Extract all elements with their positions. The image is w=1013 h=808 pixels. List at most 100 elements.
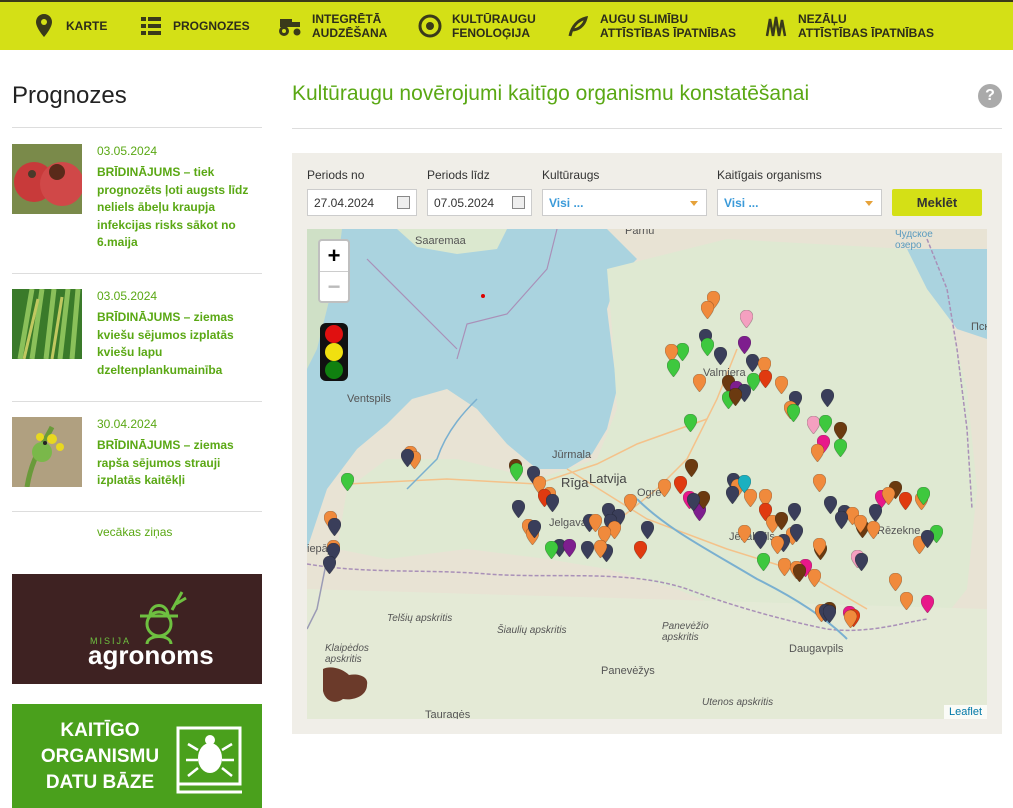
map-marker-icon[interactable]: [545, 541, 558, 559]
zoom-out-button[interactable]: −: [320, 271, 348, 301]
map-marker-icon[interactable]: [512, 500, 525, 518]
map-marker-icon[interactable]: [594, 540, 607, 558]
map-marker-icon[interactable]: [855, 553, 868, 571]
map-marker-icon[interactable]: [835, 511, 848, 529]
observation-map[interactable]: Saaremaa Pärnu Чудское озеро Пск Ventspi…: [307, 229, 987, 719]
top-navigation: KARTE PROGNOZES INTEGRĒTĀ AUDZĒŠANA KULT…: [0, 0, 1013, 50]
map-marker-icon[interactable]: [788, 503, 801, 521]
news-thumbnail-wheat[interactable]: [12, 289, 82, 359]
nav-nezalu[interactable]: NEZĀĻU ATTĪSTĪBAS ĪPATNĪBAS: [762, 2, 934, 50]
help-icon[interactable]: ?: [978, 84, 1002, 108]
map-marker-icon[interactable]: [787, 404, 800, 422]
news-thumbnail-rapeseed[interactable]: [12, 417, 82, 487]
map-label: Utenos apskritis: [702, 697, 774, 708]
map-marker-icon[interactable]: [899, 492, 912, 510]
map-marker-icon[interactable]: [684, 414, 697, 432]
map-label: Šiaulių apskritis: [497, 625, 567, 636]
organism-select[interactable]: Visi ...: [717, 189, 882, 216]
crop-select[interactable]: Visi ...: [542, 189, 707, 216]
map-marker-icon[interactable]: [813, 474, 826, 492]
nav-karte[interactable]: KARTE: [30, 2, 107, 50]
map-marker-icon[interactable]: [714, 347, 727, 365]
map-marker-icon[interactable]: [808, 569, 821, 587]
grass-icon: [762, 12, 790, 40]
misija-agronoms-banner[interactable]: MISIJA agronoms: [12, 574, 262, 684]
map-marker-icon[interactable]: [834, 439, 847, 457]
map-marker-icon[interactable]: [701, 338, 714, 356]
map-marker-icon[interactable]: [563, 539, 576, 557]
kaitigo-organismu-datu-baze-banner[interactable]: KAITĪGO ORGANISMU DATU BĀZE: [12, 704, 262, 808]
map-marker-icon[interactable]: [889, 573, 902, 591]
period-to-input[interactable]: 07.05.2024: [427, 189, 532, 216]
map-marker-icon[interactable]: [693, 374, 706, 392]
map-marker-icon[interactable]: [658, 479, 671, 497]
news-thumbnail-apple[interactable]: [12, 144, 82, 214]
attribution-link[interactable]: Leaflet: [943, 705, 987, 719]
map-marker-icon[interactable]: [834, 422, 847, 440]
map-marker-icon[interactable]: [546, 494, 559, 512]
calendar-icon[interactable]: [512, 196, 525, 209]
map-marker-icon[interactable]: [528, 520, 541, 538]
nav-kulturaugu-fenologija[interactable]: KULTŪRAUGU FENOLOĢIJA: [416, 2, 536, 50]
map-marker-icon[interactable]: [401, 449, 414, 467]
divider: [12, 511, 262, 512]
map-marker-icon[interactable]: [323, 556, 336, 574]
news-link[interactable]: BRĪDINĀJUMS – ziemas rapša sējumos strau…: [97, 437, 262, 490]
news-link[interactable]: BRĪDINĀJUMS – ziemas kviešu sējumos izpl…: [97, 309, 262, 379]
map-marker-icon[interactable]: [771, 536, 784, 554]
news-date: 03.05.2024: [97, 289, 158, 303]
map-marker-icon[interactable]: [701, 301, 714, 319]
map-marker-icon[interactable]: [921, 530, 934, 548]
map-marker-icon[interactable]: [589, 514, 602, 532]
map-marker-icon[interactable]: [328, 518, 341, 536]
search-button[interactable]: Meklēt: [892, 189, 982, 216]
map-marker-icon[interactable]: [900, 592, 913, 610]
map-marker-icon[interactable]: [821, 389, 834, 407]
map-marker-icon[interactable]: [754, 531, 767, 549]
map-label: Panevėžio apskritis: [662, 621, 709, 643]
nav-augu-slimibu[interactable]: AUGU SLIMĪBU ATTĪSTĪBAS ĪPATNĪBAS: [564, 2, 736, 50]
news-link[interactable]: BRĪDINĀJUMS – tiek prognozēts ļoti augst…: [97, 164, 262, 252]
map-marker-icon[interactable]: [726, 486, 739, 504]
map-marker-icon[interactable]: [510, 463, 523, 481]
map-marker-icon[interactable]: [738, 336, 751, 354]
map-marker-icon[interactable]: [823, 605, 836, 623]
calendar-icon[interactable]: [397, 196, 410, 209]
map-marker-icon[interactable]: [882, 487, 895, 505]
map-marker-icon[interactable]: [729, 388, 742, 406]
map-marker-icon[interactable]: [634, 541, 647, 559]
map-marker-icon[interactable]: [844, 610, 857, 628]
map-marker-icon[interactable]: [867, 521, 880, 539]
map-marker-icon[interactable]: [738, 525, 751, 543]
map-marker-icon[interactable]: [813, 538, 826, 556]
map-marker-icon[interactable]: [854, 515, 867, 533]
older-news-link[interactable]: vecākas ziņas: [97, 525, 172, 539]
news-item[interactable]: 03.05.2024 BRĪDINĀJUMS – tiek prognozēts…: [12, 144, 262, 254]
map-marker-icon[interactable]: [687, 493, 700, 511]
map-marker-icon[interactable]: [757, 553, 770, 571]
map-marker-icon[interactable]: [581, 541, 594, 559]
map-marker-icon[interactable]: [759, 370, 772, 388]
map-marker-icon[interactable]: [744, 489, 757, 507]
map-marker-icon[interactable]: [790, 524, 803, 542]
map-marker-icon[interactable]: [685, 459, 698, 477]
map-marker-icon[interactable]: [793, 564, 806, 582]
zoom-in-button[interactable]: +: [320, 241, 348, 271]
news-item[interactable]: 03.05.2024 BRĪDINĀJUMS – ziemas kviešu s…: [12, 289, 262, 389]
map-marker-icon[interactable]: [667, 359, 680, 377]
map-marker-icon[interactable]: [869, 504, 882, 522]
map-marker-icon[interactable]: [819, 415, 832, 433]
nav-prognozes[interactable]: PROGNOZES: [137, 2, 250, 50]
map-marker-icon[interactable]: [917, 487, 930, 505]
map-marker-icon[interactable]: [921, 595, 934, 613]
map-marker-icon[interactable]: [341, 473, 354, 491]
map-marker-icon[interactable]: [811, 444, 824, 462]
map-marker-icon[interactable]: [624, 494, 637, 512]
news-item[interactable]: 30.04.2024 BRĪDINĀJUMS – ziemas rapša sē…: [12, 417, 262, 497]
map-marker-icon[interactable]: [740, 310, 753, 328]
period-from-input[interactable]: 27.04.2024: [307, 189, 417, 216]
nav-integreta-audzesana[interactable]: INTEGRĒTĀ AUDZĒŠANA: [276, 2, 387, 50]
map-marker-icon[interactable]: [641, 521, 654, 539]
map-label: Telšių apskritis: [387, 613, 453, 624]
map-marker-icon[interactable]: [775, 376, 788, 394]
